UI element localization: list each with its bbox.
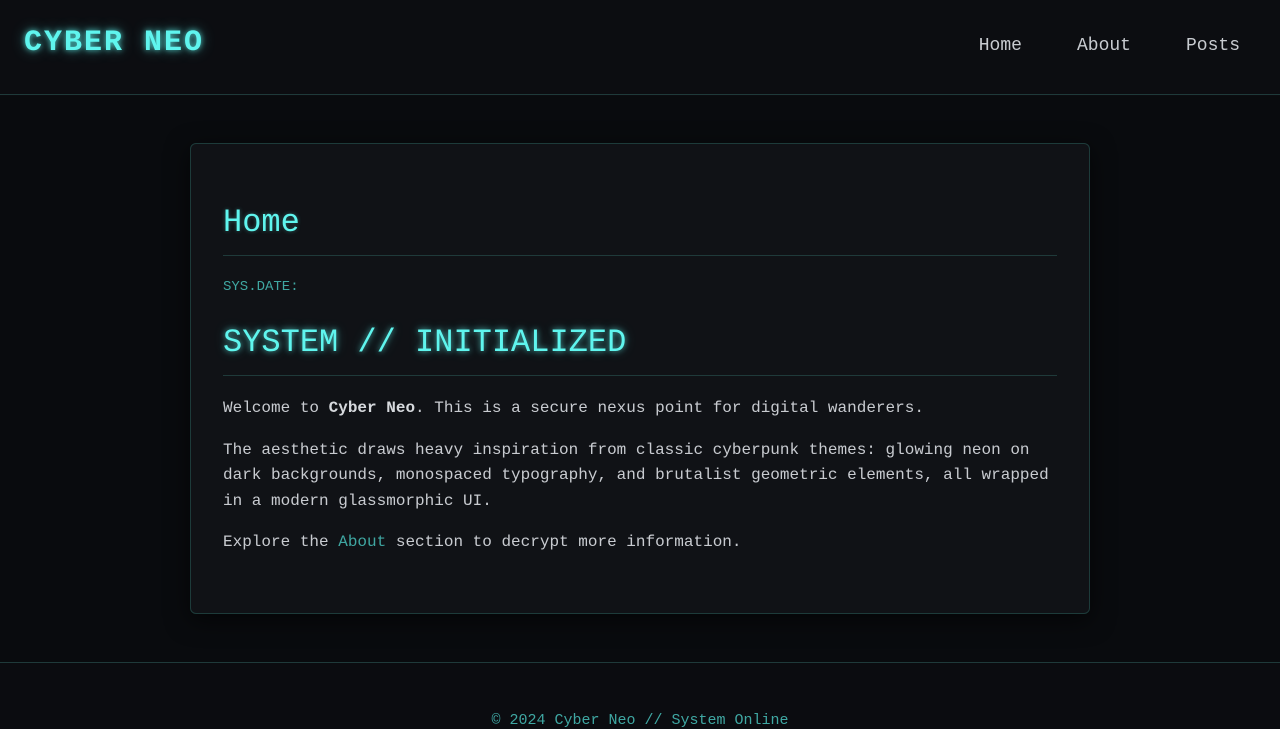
post-heading: SYSTEM // INITIALIZED: [223, 324, 1057, 376]
welcome-text-before: Welcome to: [223, 399, 329, 417]
content-card: Home SYS.DATE: SYSTEM // INITIALIZED Wel…: [190, 143, 1090, 614]
footer-copyright: © 2024 Cyber Neo // System Online: [491, 712, 789, 729]
main-content: Home SYS.DATE: SYSTEM // INITIALIZED Wel…: [0, 96, 1280, 662]
site-header: CYBER NEO Home About Posts: [0, 0, 1280, 95]
nav-item-home[interactable]: Home: [979, 36, 1022, 56]
main-nav: Home About Posts: [924, 36, 1240, 56]
explore-text-before: Explore the: [223, 533, 339, 551]
explore-text-after: section to decrypt more information.: [386, 533, 742, 551]
nav-item-about[interactable]: About: [1077, 36, 1131, 56]
about-link[interactable]: About: [338, 533, 386, 551]
site-name-bold: Cyber Neo: [328, 399, 416, 417]
welcome-text-after: . This is a secure nexus point for digit…: [415, 399, 924, 417]
site-logo[interactable]: CYBER NEO: [24, 26, 204, 60]
explore-paragraph: Explore the About section to decrypt mor…: [223, 530, 1057, 556]
site-footer: © 2024 Cyber Neo // System Online: [0, 662, 1280, 729]
page-title: Home: [223, 204, 1057, 256]
nav-item-posts[interactable]: Posts: [1186, 36, 1240, 56]
sys-date-label: SYS.DATE:: [223, 279, 299, 295]
aesthetic-paragraph: The aesthetic draws heavy inspiration fr…: [223, 440, 1049, 510]
welcome-paragraph: Welcome to Cyber Neo. This is a secure n…: [223, 396, 1057, 422]
